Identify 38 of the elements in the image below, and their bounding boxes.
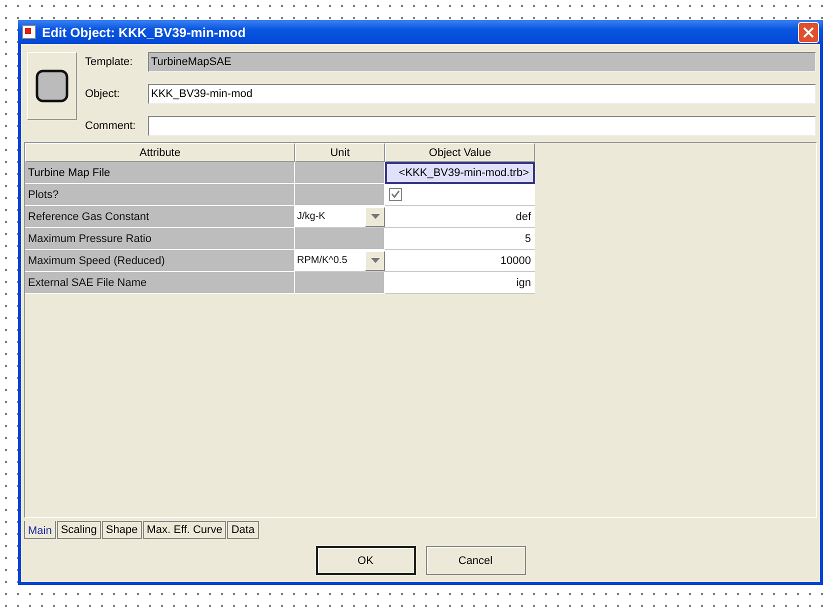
dialog-button[interactable]: Cancel — [426, 546, 526, 575]
field-label: Template: — [85, 56, 134, 68]
tab[interactable]: Max. Eff. Curve — [142, 521, 226, 539]
checkbox[interactable] — [389, 188, 402, 201]
attribute-cell: Plots? — [25, 184, 295, 206]
attribute-cell: Reference Gas Constant — [25, 206, 295, 228]
column-header: Unit — [295, 143, 385, 162]
tab[interactable]: Shape — [102, 521, 142, 539]
dropdown-arrow-icon — [370, 214, 380, 219]
close-button[interactable] — [798, 22, 819, 42]
column-header: Object Value — [385, 143, 535, 162]
text-field[interactable] — [148, 116, 816, 136]
attribute-cell: External SAE File Name — [25, 272, 295, 294]
rounded-square-icon — [35, 69, 69, 103]
close-icon — [803, 26, 814, 38]
dropdown-arrow-icon — [370, 258, 380, 263]
tab[interactable]: Data — [227, 521, 259, 539]
unit-dropdown[interactable]: J/kg-K — [295, 206, 385, 228]
unit-dropdown[interactable]: RPM/K^0.5 — [295, 250, 385, 272]
field-label: Comment: — [85, 120, 137, 132]
tab[interactable]: Main — [24, 521, 56, 539]
value-cell[interactable]: <KKK_BV39-min-mod.trb> — [385, 162, 535, 184]
value-cell[interactable]: def — [385, 206, 535, 228]
text-field[interactable]: KKK_BV39-min-mod — [148, 84, 816, 104]
window-title: Edit Object: KKK_BV39-min-mod — [42, 24, 247, 40]
attribute-cell: Maximum Pressure Ratio — [25, 228, 295, 250]
value-cell[interactable]: 5 — [385, 228, 535, 250]
tab[interactable]: Scaling — [56, 521, 101, 539]
value-cell[interactable]: ign — [385, 272, 535, 294]
check-icon — [391, 190, 400, 199]
dialog-button[interactable]: OK — [316, 546, 416, 575]
attribute-cell: Maximum Speed (Reduced) — [25, 250, 295, 272]
attribute-cell: Turbine Map File — [25, 162, 295, 184]
value-cell[interactable]: 10000 — [385, 250, 535, 272]
column-header: Attribute — [25, 143, 295, 162]
app-icon — [22, 25, 36, 39]
object-icon-button[interactable] — [27, 52, 77, 120]
field-label: Object: — [85, 88, 121, 100]
